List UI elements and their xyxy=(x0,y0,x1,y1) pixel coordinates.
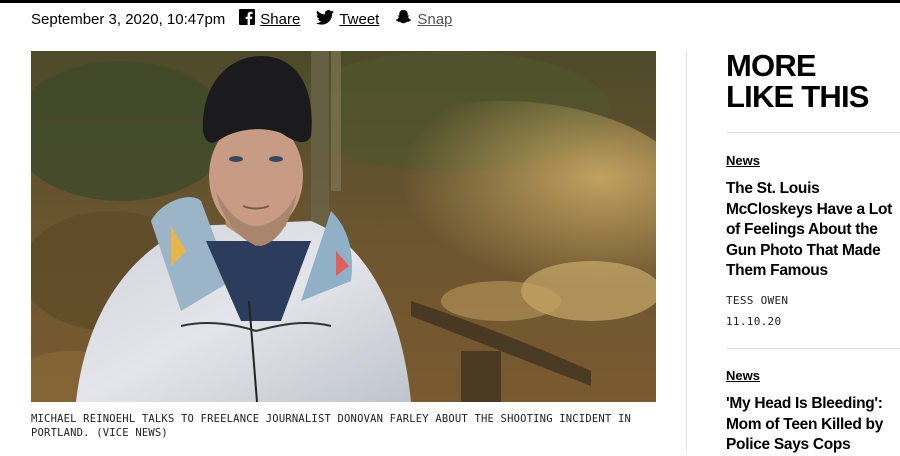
more-like-this-title: MORE LIKE THIS xyxy=(726,50,900,112)
snapchat-icon xyxy=(395,9,412,29)
share-facebook-button[interactable]: Share xyxy=(239,9,300,29)
man-in-forest-photo xyxy=(31,51,656,402)
story-date: 11.10.20 xyxy=(726,314,782,328)
sidebar-divider xyxy=(726,132,900,133)
title-line-1: MORE xyxy=(726,48,817,83)
related-story: News The St. Louis McCloskeys Have a Lot… xyxy=(726,153,900,328)
top-border xyxy=(0,0,900,3)
share-snapchat-button[interactable]: Snap xyxy=(395,9,452,29)
more-like-this-header: MORE LIKE THIS xyxy=(726,50,900,112)
story-headline-link[interactable]: 'My Head Is Bleeding': Mom of Teen Kille… xyxy=(726,394,900,456)
story-headline-link[interactable]: The St. Louis McCloskeys Have a Lot of F… xyxy=(726,179,900,282)
twitter-icon xyxy=(316,9,335,29)
sidebar-divider xyxy=(726,348,900,349)
related-story: News 'My Head Is Bleeding': Mom of Teen … xyxy=(726,368,900,456)
story-author: TESS OWEN xyxy=(726,293,789,307)
column-divider xyxy=(686,51,687,450)
image-caption: MICHAEL REINOEHL TALKS TO FREELANCE JOUR… xyxy=(31,413,631,439)
article-meta: September 3, 2020, 10:47pm Share Tweet S… xyxy=(31,9,468,29)
share-label: Share xyxy=(260,10,301,28)
title-line-2: LIKE THIS xyxy=(726,79,869,114)
article-hero-image xyxy=(31,51,656,402)
publish-date: September 3, 2020, 10:47pm xyxy=(31,10,226,28)
story-tag-link[interactable]: News xyxy=(726,153,900,168)
snap-label: Snap xyxy=(417,10,453,28)
tweet-label: Tweet xyxy=(339,10,380,28)
story-tag-link[interactable]: News xyxy=(726,368,900,383)
share-twitter-button[interactable]: Tweet xyxy=(316,9,380,29)
facebook-icon xyxy=(239,9,256,29)
